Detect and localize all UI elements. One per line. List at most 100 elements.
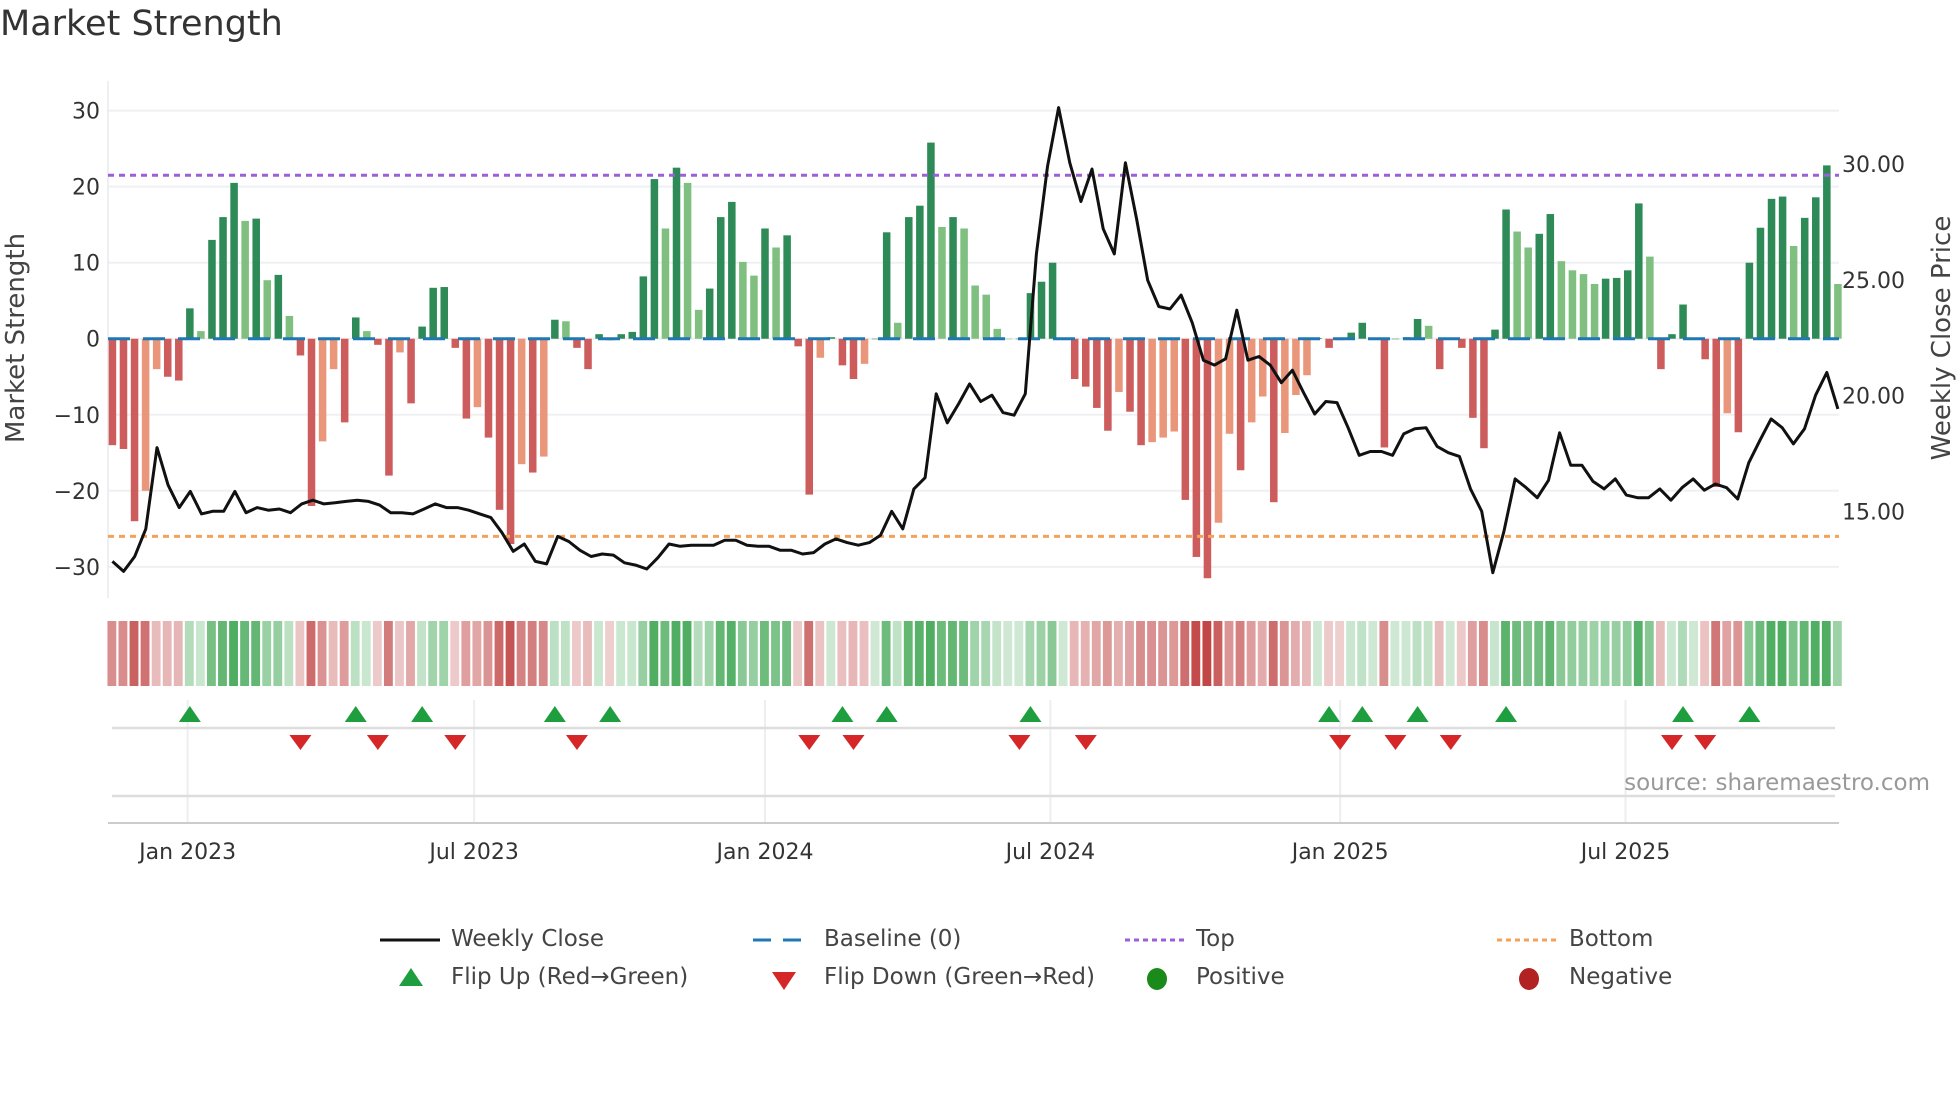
heat-strip-cell (173, 621, 183, 686)
flip-up-marker (599, 706, 622, 722)
strength-bar (1137, 338, 1145, 446)
heat-strip-cell (914, 621, 924, 686)
heat-strip-cell (1722, 621, 1732, 686)
strength-bar (1292, 338, 1300, 396)
heat-strip-cell (118, 621, 128, 686)
strength-heat-strip (107, 621, 1842, 686)
strength-bar (1767, 198, 1776, 339)
heat-strip-cell (1235, 621, 1245, 686)
strength-bar (1535, 233, 1544, 339)
strength-bar (905, 217, 913, 339)
heat-strip-cell (1567, 621, 1577, 686)
heat-strip-cell (1025, 621, 1035, 686)
y-axis-title: Market Strength (1, 233, 31, 443)
flip-down-marker (1694, 735, 1717, 750)
heat-strip-cell (1667, 621, 1676, 686)
strength-bar (1635, 203, 1643, 339)
strength-bar (263, 280, 272, 339)
heat-strip-cell (859, 621, 869, 686)
heat-strip-cell (1766, 621, 1776, 686)
heat-strip-cell (1445, 621, 1455, 686)
heat-strip-cell (1821, 621, 1831, 686)
heat-strip-cell (538, 621, 548, 686)
heat-strip-cell (627, 621, 637, 686)
strength-bar (385, 338, 393, 476)
strength-bar (307, 338, 316, 507)
heat-strip-cell (1611, 621, 1621, 686)
heat-strip-cell (1191, 621, 1201, 686)
heat-strip-cell (1047, 621, 1057, 686)
strength-bar (175, 338, 183, 381)
strength-bar (938, 226, 946, 339)
strength-bar (329, 338, 338, 370)
strength-bar (1590, 283, 1599, 339)
heat-strip-cell (616, 621, 626, 686)
heat-strip-cell (1644, 621, 1654, 686)
heat-strip-cell (1401, 621, 1411, 686)
heat-strip-cell (472, 621, 482, 686)
heat-strip-cell (240, 621, 250, 686)
strength-bar (528, 338, 537, 473)
strength-bar (1281, 338, 1289, 434)
strength-bar (960, 228, 968, 339)
heat-strip-cell (1711, 621, 1721, 686)
strength-bar (152, 338, 161, 370)
heat-strip-cell (605, 621, 615, 686)
strength-bar (1646, 256, 1654, 339)
heat-strip-cell (439, 621, 449, 686)
flip-down-marker (1660, 735, 1683, 750)
strength-bar (927, 142, 935, 339)
strength-bar (1745, 262, 1754, 339)
heat-strip-cell (1678, 621, 1687, 686)
heat-strip-cell (428, 621, 438, 686)
heat-strip-cell (1102, 621, 1112, 686)
heat-strip-cell (660, 621, 670, 686)
heat-strip-cell (218, 621, 227, 686)
strength-bar (882, 232, 891, 339)
strength-bar (1435, 338, 1444, 370)
heat-strip-cell (1799, 621, 1809, 686)
strength-bar (650, 179, 659, 339)
strength-bar (1789, 245, 1798, 339)
flip-up-marker (543, 706, 566, 722)
heat-strip-cell (1788, 621, 1798, 686)
strength-bar (1712, 338, 1720, 487)
flip-down-marker (565, 735, 588, 750)
heat-strip-cell (406, 621, 415, 686)
strength-bar (1391, 338, 1400, 340)
strength-bar (340, 338, 349, 423)
heat-strip-cell (682, 621, 692, 686)
heat-strip-cell (1622, 621, 1632, 686)
strength-bar (1082, 338, 1090, 387)
strength-bar (1070, 338, 1079, 380)
heat-strip-cell (948, 621, 957, 686)
strength-bar (540, 338, 548, 457)
heat-strip-cell (981, 621, 991, 686)
y-tick-label: 0 (86, 328, 100, 353)
strength-bar (163, 338, 172, 377)
strength-bar (1159, 338, 1167, 438)
flip-up-marker (1019, 706, 1042, 722)
heat-strip-cell (1147, 621, 1157, 686)
heat-strip-cell (1810, 621, 1820, 686)
heat-strip-cell (959, 621, 968, 686)
strength-bar (1247, 338, 1256, 423)
strength-bar (451, 338, 460, 348)
heat-strip-cell (262, 621, 272, 686)
strength-bar (1557, 261, 1566, 339)
flip-down-marker (366, 735, 389, 750)
y-tick-label: 20 (72, 176, 100, 201)
flip-up-marker (344, 706, 367, 722)
strength-bar (374, 338, 382, 345)
heat-strip-cell (815, 621, 825, 686)
heat-strip-cell (1700, 621, 1710, 686)
y-tick-label: −20 (54, 480, 100, 505)
flip-up-marker (831, 706, 854, 722)
heat-strip-cell (1490, 621, 1499, 686)
heat-strip-cell (295, 621, 305, 686)
heat-strip-cell (383, 621, 393, 686)
flip-down-marker (1384, 735, 1407, 750)
strength-bar (728, 201, 736, 339)
strength-bar (971, 285, 979, 339)
heat-strip-cell (881, 621, 891, 686)
